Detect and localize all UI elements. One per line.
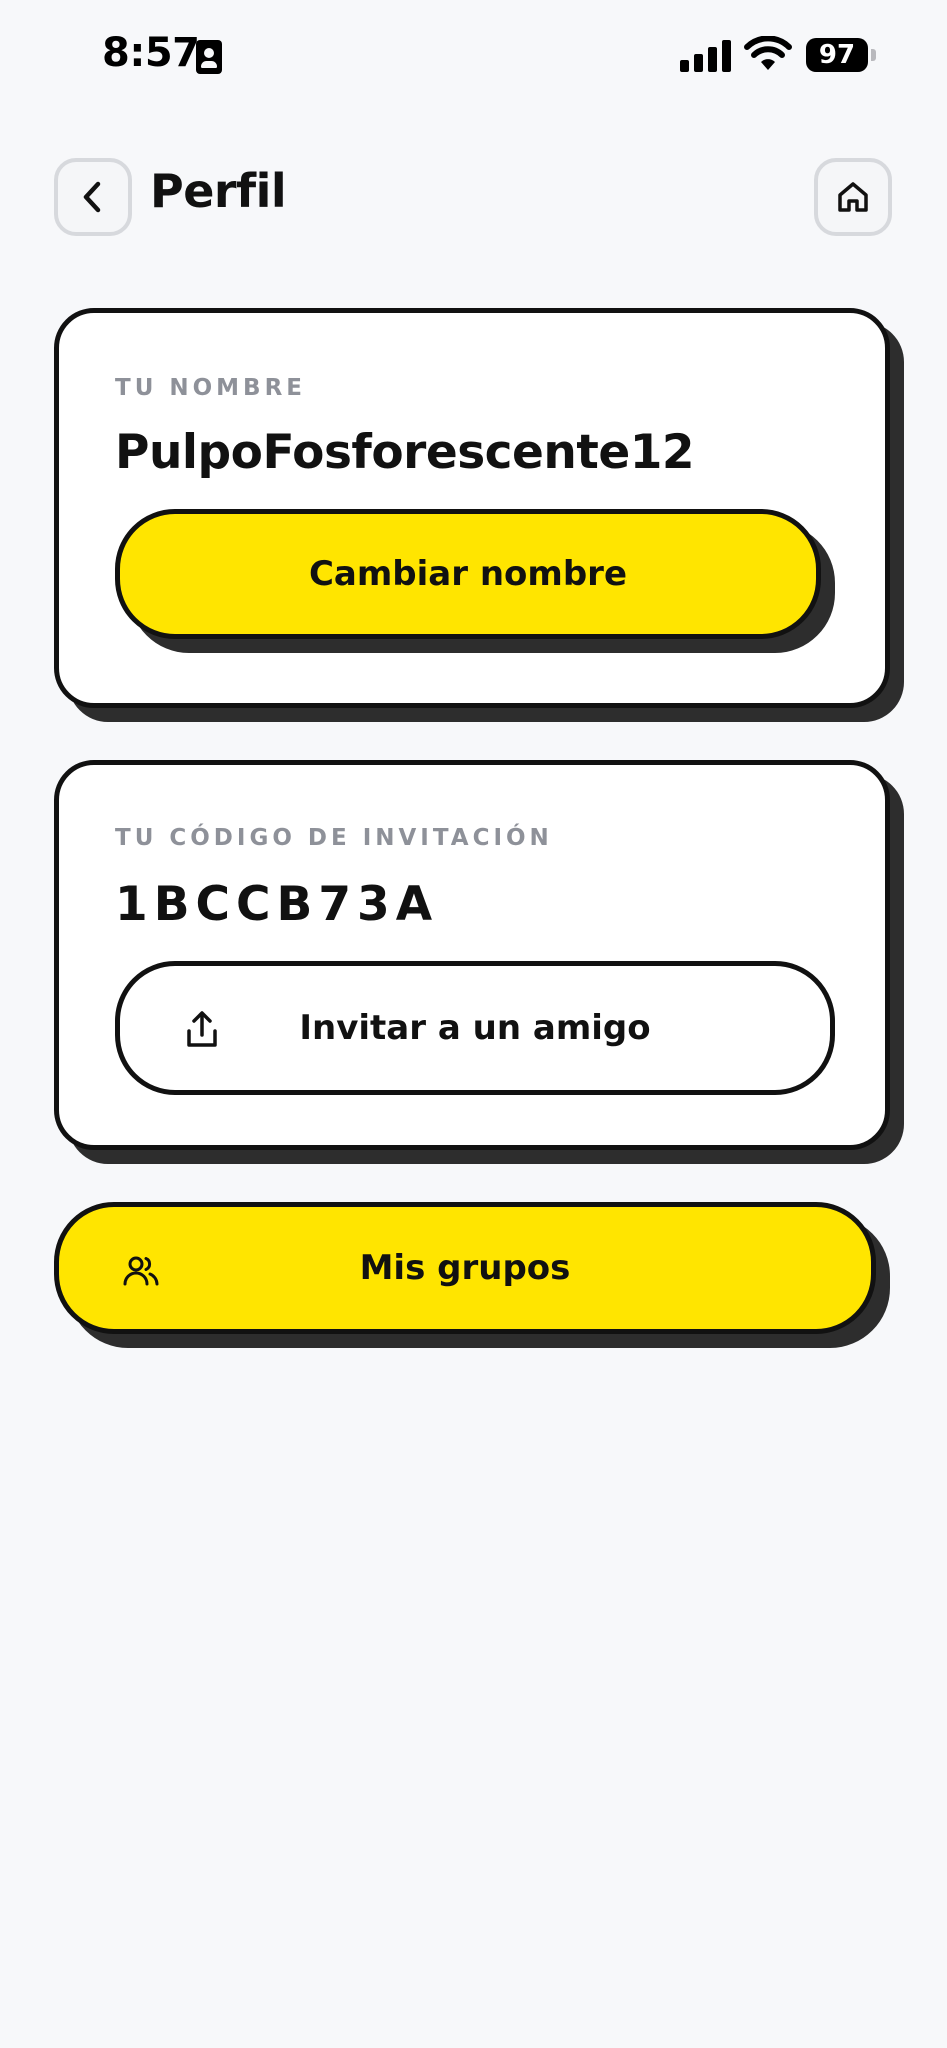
my-groups-button-label: Mis grupos [359, 1248, 571, 1288]
battery-icon: 97 [806, 38, 868, 72]
name-card: TU NOMBRE PulpoFosforescente12 Cambiar n… [54, 308, 890, 708]
status-time: 8:57 [102, 30, 200, 76]
cellular-signal-icon [680, 40, 731, 72]
wifi-icon [744, 36, 792, 70]
change-name-button-label: Cambiar nombre [308, 554, 628, 594]
chevron-left-icon [83, 181, 101, 213]
home-icon [838, 182, 868, 212]
home-button[interactable] [814, 158, 892, 236]
share-icon [180, 1008, 224, 1052]
status-bar: 8:57 97 [0, 0, 947, 110]
contact-card-icon [196, 40, 222, 74]
page-title: Perfil [150, 164, 287, 218]
profile-screen: 8:57 97 Perfil TU NOMBRE PulpoFosforesce… [0, 0, 947, 2048]
invite-friend-button[interactable]: Invitar a un amigo [115, 961, 835, 1095]
invite-card: TU CÓDIGO DE INVITACIÓN 1BCCB73A Invitar… [54, 760, 890, 1150]
invite-code-value: 1BCCB73A [115, 877, 439, 932]
invite-friend-button-label: Invitar a un amigo [299, 1008, 651, 1048]
username-value: PulpoFosforescente12 [115, 425, 695, 480]
change-name-button[interactable]: Cambiar nombre [115, 509, 821, 639]
invite-code-label: TU CÓDIGO DE INVITACIÓN [115, 825, 553, 851]
my-groups-button[interactable]: Mis grupos [54, 1202, 876, 1334]
battery-tip [871, 49, 876, 61]
name-label: TU NOMBRE [115, 375, 307, 401]
users-icon [121, 1251, 161, 1291]
back-button[interactable] [54, 158, 132, 236]
